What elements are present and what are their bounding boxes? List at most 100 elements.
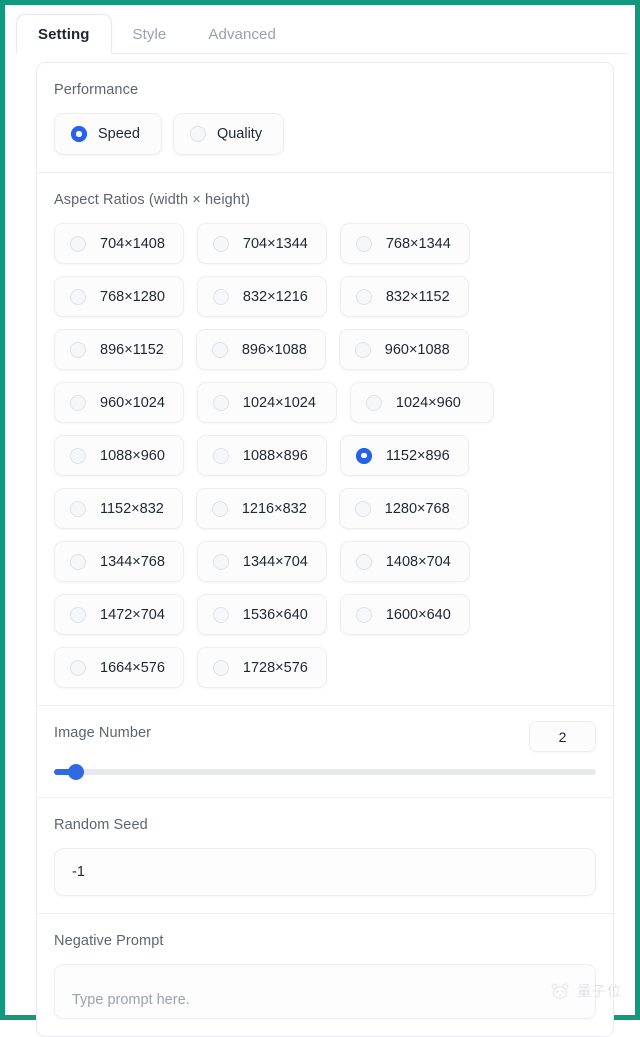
aspect-ratio-option-832x1216[interactable]: 832×1216 <box>196 276 327 317</box>
radio-icon <box>355 235 372 252</box>
settings-panel: Performance Speed Quality Aspect Ratios … <box>36 62 614 1037</box>
radio-icon <box>365 394 382 411</box>
radio-icon <box>212 288 229 305</box>
image-number-value: 2 <box>558 728 567 745</box>
app-frame: Setting Style Advanced Performance Speed… <box>0 0 640 1037</box>
tab-setting-label: Setting <box>38 25 90 43</box>
performance-option-speed-label: Speed <box>98 126 140 142</box>
aspect-ratio-option-768x1344[interactable]: 768×1344 <box>339 223 470 264</box>
aspect-ratio-option-label: 960×1024 <box>100 394 165 411</box>
slider-thumb[interactable] <box>67 764 84 780</box>
radio-icon <box>70 606 86 623</box>
aspect-ratio-option-label: 1344×768 <box>100 553 165 570</box>
aspect-ratio-option-label: 1728×576 <box>242 659 308 676</box>
random-seed-section: Random Seed <box>37 797 613 913</box>
aspect-ratio-option-1024x960[interactable]: 1024×960 <box>349 382 494 423</box>
radio-icon <box>70 288 86 305</box>
aspect-ratio-option-1344x768[interactable]: 1344×768 <box>54 541 184 582</box>
radio-icon <box>70 500 86 517</box>
aspect-ratio-option-label: 1216×832 <box>241 500 307 517</box>
aspect-ratio-option-1408x704[interactable]: 1408×704 <box>339 541 470 582</box>
negative-prompt-section: Negative Prompt <box>37 913 613 1036</box>
aspect-ratios-section: Aspect Ratios (width × height) 704×1408 7… <box>37 172 613 705</box>
aspect-ratio-option-1344x704[interactable]: 1344×704 <box>196 541 327 582</box>
radio-icon <box>355 288 372 305</box>
image-number-header: Image Number 2 <box>54 721 596 752</box>
radio-icon <box>355 606 372 623</box>
performance-section: Performance Speed Quality <box>37 63 613 172</box>
performance-option-quality[interactable]: Quality <box>172 113 285 155</box>
aspect-ratio-option-1152x896[interactable]: 1152×896 <box>339 435 469 476</box>
radio-icon <box>211 500 228 517</box>
aspect-ratio-option-label: 1664×576 <box>100 659 165 676</box>
aspect-ratios-label: Aspect Ratios (width × height) <box>54 192 251 208</box>
radio-icon <box>212 447 229 464</box>
aspect-ratio-option-896x1152[interactable]: 896×1152 <box>54 329 183 370</box>
tab-style-label: Style <box>132 25 167 43</box>
aspect-ratio-option-704x1408[interactable]: 704×1408 <box>54 223 184 264</box>
aspect-ratio-option-1152x832[interactable]: 1152×832 <box>54 488 183 529</box>
radio-icon <box>70 447 86 464</box>
aspect-ratio-option-1280x768[interactable]: 1280×768 <box>338 488 469 529</box>
random-seed-input[interactable] <box>54 848 596 896</box>
performance-option-speed[interactable]: Speed <box>54 113 162 155</box>
aspect-ratio-option-1600x640[interactable]: 1600×640 <box>339 594 470 635</box>
radio-icon <box>354 500 371 517</box>
aspect-ratio-option-label: 832×1152 <box>385 288 450 305</box>
aspect-ratio-option-label: 1600×640 <box>385 606 451 623</box>
radio-icon <box>212 606 229 623</box>
aspect-ratio-option-1664x576[interactable]: 1664×576 <box>54 647 184 688</box>
aspect-ratio-option-label: 1536×640 <box>242 606 308 623</box>
tab-advanced[interactable]: Advanced <box>187 14 297 54</box>
image-number-label: Image Number <box>54 725 152 741</box>
aspect-ratio-option-label: 1024×960 <box>395 394 461 411</box>
tab-advanced-label: Advanced <box>208 25 276 43</box>
aspect-ratio-option-label: 1152×832 <box>100 500 164 517</box>
aspect-ratio-option-960x1088[interactable]: 960×1088 <box>338 329 469 370</box>
tab-setting[interactable]: Setting <box>16 14 112 54</box>
radio-icon <box>189 126 206 142</box>
negative-prompt-input[interactable] <box>54 964 596 1019</box>
radio-icon <box>212 235 229 252</box>
performance-label: Performance <box>54 82 139 98</box>
radio-inner-dot <box>361 452 367 459</box>
aspect-ratio-option-label: 768×1280 <box>100 288 165 305</box>
performance-option-quality-label: Quality <box>216 126 263 142</box>
aspect-ratio-option-1088x896[interactable]: 1088×896 <box>196 435 327 476</box>
aspect-ratio-option-704x1344[interactable]: 704×1344 <box>196 223 327 264</box>
aspect-ratio-option-1024x1024[interactable]: 1024×1024 <box>196 382 337 423</box>
radio-icon <box>70 341 86 358</box>
aspect-ratio-option-1472x704[interactable]: 1472×704 <box>54 594 184 635</box>
aspect-ratio-option-label: 704×1344 <box>242 235 308 252</box>
negative-prompt-label: Negative Prompt <box>54 933 164 949</box>
slider-track <box>54 769 596 775</box>
aspect-ratio-option-label: 1024×1024 <box>242 394 316 411</box>
aspect-ratio-option-label: 1472×704 <box>100 606 165 623</box>
aspect-ratio-option-label: 1088×896 <box>242 447 308 464</box>
image-number-section: Image Number 2 <box>37 705 613 797</box>
radio-icon <box>70 235 86 252</box>
aspect-ratio-option-label: 832×1216 <box>242 288 308 305</box>
aspect-ratio-option-label: 896×1152 <box>100 341 164 358</box>
aspect-ratio-option-1536x640[interactable]: 1536×640 <box>196 594 327 635</box>
tab-style[interactable]: Style <box>112 14 188 54</box>
aspect-ratio-option-768x1280[interactable]: 768×1280 <box>54 276 184 317</box>
aspect-ratio-option-960x1024[interactable]: 960×1024 <box>54 382 184 423</box>
tab-bar: Setting Style Advanced <box>16 14 628 54</box>
aspect-ratio-option-label: 768×1344 <box>385 235 451 252</box>
aspect-ratio-option-1216x832[interactable]: 1216×832 <box>195 488 326 529</box>
aspect-ratio-option-1728x576[interactable]: 1728×576 <box>196 647 327 688</box>
radio-icon <box>70 394 86 411</box>
radio-icon <box>70 659 86 676</box>
aspect-ratio-option-896x1088[interactable]: 896×1088 <box>195 329 326 370</box>
performance-options: Speed Quality <box>54 113 596 155</box>
aspect-ratio-option-label: 1344×704 <box>242 553 308 570</box>
image-number-input[interactable]: 2 <box>529 721 596 752</box>
aspect-ratio-option-label: 1088×960 <box>100 447 165 464</box>
aspect-ratio-option-label: 1152×896 <box>385 447 450 464</box>
aspect-ratio-option-1088x960[interactable]: 1088×960 <box>54 435 184 476</box>
radio-icon <box>212 553 229 570</box>
image-number-slider[interactable] <box>54 764 596 780</box>
aspect-ratio-option-832x1152[interactable]: 832×1152 <box>339 276 469 317</box>
aspect-ratio-grid: 704×1408 704×1344 768×1344 768×1280 832×1216… <box>54 223 596 688</box>
